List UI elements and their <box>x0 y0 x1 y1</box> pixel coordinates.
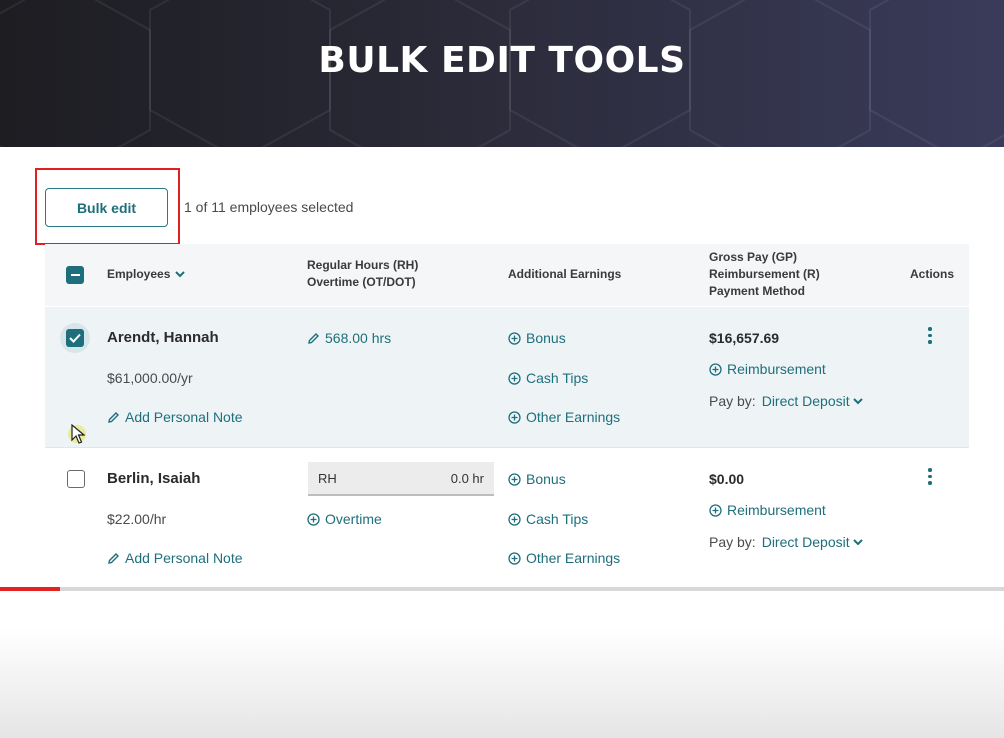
bonus-label: Bonus <box>526 471 566 487</box>
plus-circle-icon <box>508 410 521 424</box>
plus-circle-icon <box>307 512 320 526</box>
pay-by: Pay by: Direct Deposit <box>709 393 863 409</box>
gross-pay: $16,657.69 <box>709 330 780 346</box>
add-note-link[interactable]: Add Personal Note <box>107 409 243 425</box>
pay-rate: $61,000.00/yr <box>107 370 193 386</box>
pay-by-label: Pay by: <box>709 534 756 550</box>
payment-method-value: Direct Deposit <box>761 393 850 409</box>
bulk-edit-button[interactable]: Bulk edit <box>45 188 168 227</box>
cash-tips-label: Cash Tips <box>526 370 589 386</box>
rh-value: 0.0 hr <box>450 471 484 486</box>
gross-pay: $0.00 <box>709 471 745 487</box>
pencil-icon <box>108 552 119 564</box>
cash-tips-label: Cash Tips <box>526 511 589 527</box>
overtime-link[interactable]: Overtime <box>307 511 382 527</box>
cursor-icon <box>71 424 85 444</box>
kebab-menu-icon[interactable] <box>928 468 932 485</box>
bonus-link[interactable]: Bonus <box>508 330 566 346</box>
payment-method-dropdown[interactable]: Direct Deposit <box>762 393 863 409</box>
pay-by: Pay by: Direct Deposit <box>709 534 863 550</box>
chevron-down-icon <box>852 538 863 545</box>
pay-header-line2: Reimbursement (R) <box>709 267 820 281</box>
overtime-label: Overtime <box>325 511 382 527</box>
table-row: Arendt, Hannah $61,000.00/yr Add Persona… <box>45 307 969 447</box>
chevron-down-icon <box>852 397 863 404</box>
reimbursement-link[interactable]: Reimbursement <box>709 361 826 377</box>
chevron-down-icon <box>175 271 186 278</box>
other-earnings-label: Other Earnings <box>526 409 621 425</box>
plus-circle-icon <box>508 331 521 345</box>
earnings-header: Additional Earnings <box>508 267 622 281</box>
payroll-panel: Bulk edit 1 of 11 employees selected Emp… <box>0 147 1004 738</box>
pencil-icon <box>308 332 319 344</box>
bottom-fade <box>0 628 1004 738</box>
pay-header-line1: Gross Pay (GP) <box>709 250 798 264</box>
kebab-menu-icon[interactable] <box>928 327 932 344</box>
reimbursement-label: Reimbursement <box>727 361 826 377</box>
other-earnings-label: Other Earnings <box>526 550 621 566</box>
plus-circle-icon <box>508 512 521 526</box>
pay-header: Gross Pay (GP) Reimbursement (R) Payment… <box>709 249 820 300</box>
plus-circle-icon <box>709 503 722 517</box>
employees-header: Employees <box>107 267 171 281</box>
add-note-link[interactable]: Add Personal Note <box>107 550 243 566</box>
bonus-link[interactable]: Bonus <box>508 471 566 487</box>
pencil-icon <box>108 411 119 423</box>
employee-name[interactable]: Berlin, Isaiah <box>107 470 200 487</box>
plus-circle-icon <box>508 472 521 486</box>
table-row: Berlin, Isaiah $22.00/hr Add Personal No… <box>45 447 969 592</box>
pay-header-line3: Payment Method <box>709 284 806 298</box>
pay-rate: $22.00/hr <box>107 511 167 527</box>
selection-count: 1 of 11 employees selected <box>184 199 354 215</box>
video-progress-bar[interactable] <box>0 587 1004 591</box>
pay-by-label: Pay by: <box>709 393 756 409</box>
bonus-label: Bonus <box>526 330 566 346</box>
row-checkbox[interactable] <box>66 329 84 347</box>
other-earnings-link[interactable]: Other Earnings <box>508 409 620 425</box>
payment-method-value: Direct Deposit <box>761 534 850 550</box>
plus-circle-icon <box>709 362 722 376</box>
hours-header: Regular Hours (RH) Overtime (OT/DOT) <box>307 257 418 291</box>
rh-label: RH <box>318 471 337 486</box>
add-note-label: Add Personal Note <box>125 550 243 566</box>
plus-circle-icon <box>508 371 521 385</box>
checkmark-icon <box>69 333 81 343</box>
employee-name[interactable]: Arendt, Hannah <box>107 329 219 346</box>
reimbursement-link[interactable]: Reimbursement <box>709 502 826 518</box>
hours-header-line1: Regular Hours (RH) <box>307 258 419 272</box>
hours-link[interactable]: 568.00 hrs <box>307 330 391 346</box>
cash-tips-link[interactable]: Cash Tips <box>508 370 588 386</box>
banner-title: BULK EDIT TOOLS <box>318 40 686 81</box>
video-progress-fill <box>0 587 61 591</box>
regular-hours-input[interactable]: RH 0.0 hr <box>308 462 494 496</box>
table-header: Employees Regular Hours (RH) Overtime (O… <box>45 244 969 306</box>
row-checkbox[interactable] <box>67 470 85 488</box>
hours-header-line2: Overtime (OT/DOT) <box>307 275 416 289</box>
select-all-checkbox[interactable] <box>66 266 84 284</box>
payment-method-dropdown[interactable]: Direct Deposit <box>762 534 863 550</box>
banner: BULK EDIT TOOLS <box>0 0 1004 147</box>
cash-tips-link[interactable]: Cash Tips <box>508 511 588 527</box>
hours-value: 568.00 hrs <box>325 330 392 346</box>
plus-circle-icon <box>508 551 521 565</box>
add-note-label: Add Personal Note <box>125 409 243 425</box>
reimbursement-label: Reimbursement <box>727 502 826 518</box>
actions-header: Actions <box>910 267 955 281</box>
other-earnings-link[interactable]: Other Earnings <box>508 550 620 566</box>
employees-sort[interactable]: Employees <box>107 266 186 283</box>
